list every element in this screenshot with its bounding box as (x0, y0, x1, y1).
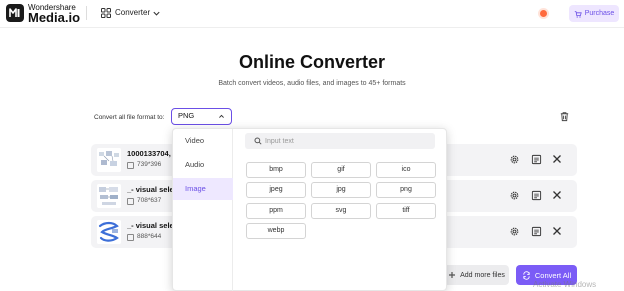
brand-product[interactable]: Media.io (28, 11, 80, 25)
format-option-webp[interactable]: webp (246, 223, 306, 239)
remove-file-close-icon[interactable] (552, 226, 562, 236)
format-search-input[interactable] (265, 135, 425, 147)
format-select[interactable]: PNG (171, 108, 232, 125)
cart-icon (574, 10, 582, 18)
purchase-button[interactable]: Purchase (569, 5, 619, 22)
format-option-svg[interactable]: svg (311, 203, 371, 219)
convert-icon (523, 270, 530, 280)
add-more-files-label: Add more files (460, 271, 505, 279)
format-search-box (245, 133, 435, 149)
format-option-gif[interactable]: gif (311, 162, 371, 178)
converter-nav-label[interactable]: Converter (115, 8, 150, 18)
convert-all-format-label: Convert all file format to: (94, 114, 165, 121)
format-option-jpeg[interactable]: jpeg (246, 182, 306, 198)
file-name: 1000133704, (127, 149, 171, 158)
settings-gear-icon[interactable] (509, 154, 520, 165)
file-dimensions: 708*637 (137, 197, 162, 204)
file-thumbnail (97, 220, 121, 244)
grid-apps-icon[interactable] (101, 8, 111, 18)
file-name: _- visual selec (127, 185, 172, 194)
chevron-up-icon (219, 114, 224, 118)
format-category-list: Video Audio Image (173, 129, 233, 291)
convert-all-label: Convert All (534, 270, 572, 280)
category-video[interactable]: Video (173, 130, 233, 152)
dimensions-icon (127, 198, 134, 205)
header-divider (86, 6, 87, 20)
file-thumbnail (97, 184, 121, 208)
file-dimensions: 888*644 (137, 233, 162, 240)
format-dropdown-panel: Video Audio Image bmp gif ico jpeg jpg p… (172, 128, 447, 291)
media-io-logo-icon[interactable] (6, 4, 24, 22)
edit-file-icon[interactable] (531, 190, 542, 201)
add-more-files-button[interactable]: Add more files (444, 265, 509, 285)
search-icon (254, 137, 262, 145)
dimensions-icon (127, 234, 134, 241)
edit-file-icon[interactable] (531, 154, 542, 165)
format-option-png[interactable]: png (376, 182, 436, 198)
file-dimensions: 739*396 (137, 161, 162, 168)
dimensions-icon (127, 162, 134, 169)
format-option-jpg[interactable]: jpg (311, 182, 371, 198)
page-title: Online Converter (238, 52, 386, 72)
category-audio[interactable]: Audio (173, 154, 233, 176)
format-option-ppm[interactable]: ppm (246, 203, 306, 219)
format-option-ico[interactable]: ico (376, 162, 436, 178)
file-name: _- visual selec (127, 221, 172, 230)
purchase-label: Purchase (584, 10, 615, 17)
format-select-value: PNG (178, 111, 195, 120)
category-image[interactable]: Image (173, 178, 233, 200)
settings-gear-icon[interactable] (509, 226, 520, 237)
format-option-tiff[interactable]: tiff (376, 203, 436, 219)
settings-gear-icon[interactable] (509, 190, 520, 201)
plus-icon (449, 272, 456, 278)
format-option-bmp[interactable]: bmp (246, 162, 306, 178)
page-subtitle: Batch convert videos, audio files, and i… (218, 80, 406, 87)
remove-file-close-icon[interactable] (552, 190, 562, 200)
chevron-down-icon[interactable] (152, 9, 161, 18)
notification-dot-icon[interactable] (540, 10, 547, 17)
file-thumbnail (97, 148, 121, 172)
edit-file-icon[interactable] (531, 226, 542, 237)
trash-icon[interactable] (559, 111, 570, 122)
top-header: Wondershare Media.io Converter Purchase (0, 0, 624, 28)
remove-file-close-icon[interactable] (552, 154, 562, 164)
activate-windows-watermark: Activate Windows (533, 280, 597, 289)
